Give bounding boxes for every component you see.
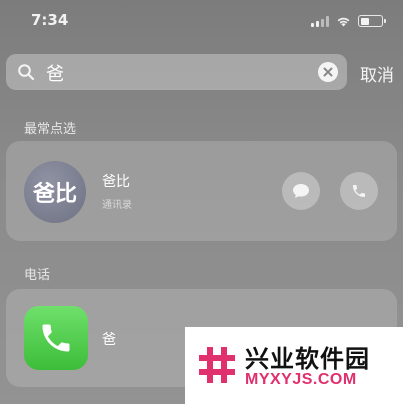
message-button[interactable] bbox=[282, 172, 320, 210]
watermark-logo-icon bbox=[195, 343, 239, 387]
call-button[interactable] bbox=[340, 172, 378, 210]
contact-source: 通讯录 bbox=[102, 200, 132, 211]
contact-name: 爸比 bbox=[102, 174, 130, 190]
message-icon bbox=[293, 184, 309, 198]
watermark: 兴业软件园 MYXYJS.COM bbox=[185, 327, 403, 404]
wifi-icon bbox=[337, 17, 350, 26]
clear-icon[interactable] bbox=[318, 62, 338, 82]
watermark-url: MYXYJS.COM bbox=[245, 371, 357, 388]
status-icons bbox=[311, 15, 386, 27]
cancel-button[interactable]: 取消 bbox=[360, 61, 394, 86]
search-bar[interactable]: 爸 bbox=[6, 54, 347, 90]
status-bar: 7:34 bbox=[0, 0, 403, 44]
search-icon bbox=[18, 64, 35, 81]
close-icon bbox=[323, 67, 333, 77]
battery-level bbox=[360, 17, 369, 25]
search-input[interactable]: 爸 bbox=[46, 60, 64, 86]
phone-app-icon bbox=[24, 306, 88, 370]
battery-icon bbox=[358, 15, 386, 27]
phone-result-name: 爸 bbox=[102, 332, 116, 348]
phone-icon bbox=[353, 185, 365, 197]
cellular-signal-icon bbox=[311, 15, 329, 27]
phone-icon bbox=[42, 324, 70, 352]
section-title-phone: 电话 bbox=[24, 268, 51, 283]
avatar: 爸比 bbox=[24, 161, 86, 223]
watermark-title: 兴业软件园 bbox=[245, 345, 370, 373]
top-hit-contact-card[interactable]: 爸比 爸比 通讯录 bbox=[6, 141, 397, 241]
section-title-top-hits: 最常点选 bbox=[24, 122, 77, 137]
status-time: 7:34 bbox=[31, 11, 69, 29]
